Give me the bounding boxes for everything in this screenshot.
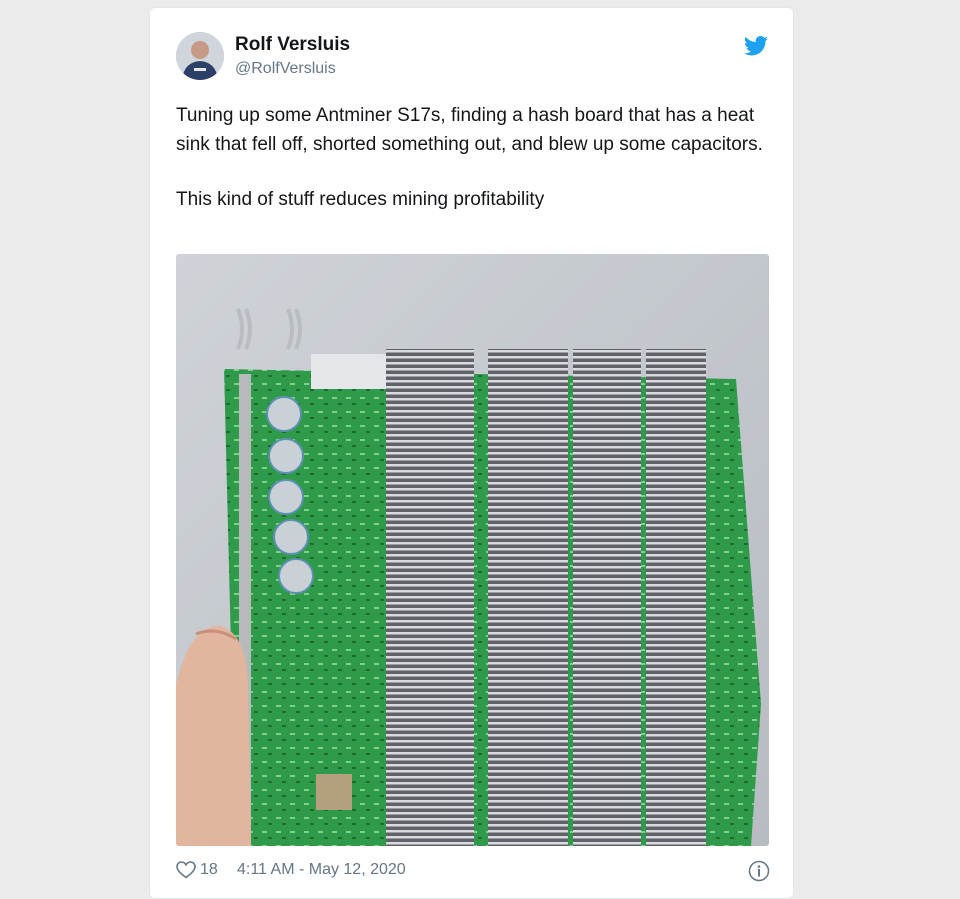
twitter-bird-icon[interactable] <box>744 36 768 56</box>
tweet-footer: 18 4:11 AM - May 12, 2020 <box>176 860 770 882</box>
tweet-text-paragraph: Tuning up some Antminer S17s, finding a … <box>176 105 763 155</box>
avatar-image <box>176 32 224 80</box>
avatar[interactable] <box>176 32 224 80</box>
tweet-text: Tuning up some Antminer S17s, finding a … <box>176 101 776 214</box>
heart-icon[interactable] <box>176 861 196 879</box>
author-handle[interactable]: @RolfVersluis <box>235 60 336 78</box>
tweet-timestamp[interactable]: 4:11 AM - May 12, 2020 <box>237 861 406 879</box>
like-count: 18 <box>200 861 218 878</box>
hash-board-photo <box>176 254 769 846</box>
author-name[interactable]: Rolf Versluis <box>235 34 350 56</box>
tweet-photo[interactable] <box>176 254 769 846</box>
tweet-card: Rolf Versluis @RolfVersluis Tuning up so… <box>149 7 794 899</box>
tweet-text-paragraph: This kind of stuff reduces mining profit… <box>176 189 545 210</box>
info-icon[interactable] <box>748 860 770 882</box>
